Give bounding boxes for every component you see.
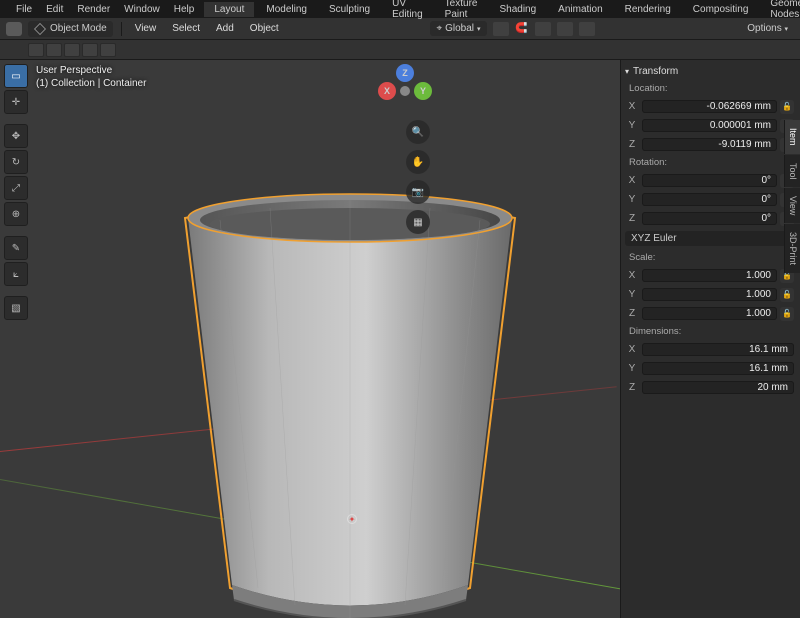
workspace-tab-animation[interactable]: Animation: [548, 2, 612, 17]
dimensions-label: Dimensions:: [625, 324, 794, 339]
lock-scale-z[interactable]: 🔓: [780, 307, 794, 321]
3d-viewport[interactable]: User Perspective (1) Collection | Contai…: [0, 60, 620, 618]
viewport-menu-select[interactable]: Select: [167, 21, 205, 36]
panel-tab-view[interactable]: View: [784, 188, 800, 223]
scale-y-field[interactable]: 1.000: [642, 288, 777, 301]
workspace-tab-texturepaint[interactable]: Texture Paint: [435, 0, 488, 22]
workspace-tab-uvediting[interactable]: UV Editing: [382, 0, 433, 22]
navigation-gizmo[interactable]: X Y Z: [378, 64, 432, 118]
gizmo-x-axis[interactable]: X: [378, 82, 396, 100]
tool-annotate[interactable]: ✎: [4, 236, 28, 260]
scale-label: Scale:: [625, 250, 794, 265]
viewport-menu-view[interactable]: View: [130, 21, 162, 36]
panel-tab-3dprint[interactable]: 3D-Print: [784, 224, 800, 273]
rotation-label: Rotation:: [625, 155, 794, 170]
overlay-btn-2[interactable]: [46, 43, 62, 57]
viewport-menu-add[interactable]: Add: [211, 21, 239, 36]
viewport-perspective-toggle[interactable]: ▦: [406, 210, 430, 234]
dim-y-field[interactable]: 16.1 mm: [642, 362, 794, 375]
menu-edit[interactable]: Edit: [40, 2, 69, 17]
snap-options-dropdown[interactable]: [535, 22, 551, 36]
rotation-z-field[interactable]: 0°: [642, 212, 777, 225]
tool-move[interactable]: ✥: [4, 124, 28, 148]
proportional-falloff-dropdown[interactable]: [579, 22, 595, 36]
workspace-tab-layout[interactable]: Layout: [204, 2, 254, 17]
gizmo-center[interactable]: [400, 86, 410, 96]
proportional-edit-toggle[interactable]: [557, 22, 573, 36]
location-z-field[interactable]: -9.0119 mm: [642, 138, 777, 151]
viewport-menu-object[interactable]: Object: [245, 21, 284, 36]
location-x-field[interactable]: -0.062669 mm: [642, 100, 777, 113]
menu-help[interactable]: Help: [168, 2, 201, 17]
gizmo-z-axis[interactable]: Z: [396, 64, 414, 82]
lock-loc-x[interactable]: 🔓: [780, 100, 794, 114]
header-options[interactable]: Options ▾: [741, 21, 794, 36]
3d-cursor: [345, 512, 359, 526]
menu-render[interactable]: Render: [71, 2, 116, 17]
snap-toggle[interactable]: 🧲: [515, 22, 529, 36]
tool-scale[interactable]: ⤢: [4, 176, 28, 200]
location-label: Location:: [625, 81, 794, 96]
dim-z-field[interactable]: 20 mm: [642, 381, 794, 394]
menu-file[interactable]: File: [10, 2, 38, 17]
menu-window[interactable]: Window: [118, 2, 166, 17]
dim-x-field[interactable]: 16.1 mm: [642, 343, 794, 356]
object-container[interactable]: [180, 190, 520, 618]
orientation-label: Global: [445, 23, 474, 34]
overlay-btn-1[interactable]: [28, 43, 44, 57]
orientation-icon: ⌖: [436, 23, 442, 34]
editor-type-dropdown[interactable]: [6, 22, 22, 36]
transform-orientation-dropdown[interactable]: ⌖ Global ▾: [430, 21, 486, 36]
workspace-tab-modeling[interactable]: Modeling: [256, 2, 317, 17]
viewport-zoom-button[interactable]: 🔍: [406, 120, 430, 144]
workspace-tab-geometrynodes[interactable]: Geometry Nodes: [760, 0, 800, 22]
location-y-field[interactable]: 0.000001 mm: [642, 119, 777, 132]
panel-tab-tool[interactable]: Tool: [784, 155, 800, 188]
gizmo-y-axis[interactable]: Y: [414, 82, 432, 100]
tool-measure[interactable]: ⟀: [4, 262, 28, 286]
overlay-btn-3[interactable]: [64, 43, 80, 57]
overlay-btn-5[interactable]: [100, 43, 116, 57]
n-panel: Transform Location: X-0.062669 mm🔓 Y0.00…: [620, 60, 800, 618]
perspective-label: User Perspective: [36, 64, 146, 77]
panel-tab-item[interactable]: Item: [784, 120, 800, 154]
workspace-tab-shading[interactable]: Shading: [489, 2, 546, 17]
tool-cursor[interactable]: ✛: [4, 90, 28, 114]
workspace-tab-sculpting[interactable]: Sculpting: [319, 2, 380, 17]
viewport-camera-button[interactable]: 📷: [406, 180, 430, 204]
tool-rotate[interactable]: ↻: [4, 150, 28, 174]
mode-label: Object Mode: [50, 23, 107, 34]
rotation-x-field[interactable]: 0°: [642, 174, 777, 187]
viewport-overlay-text: User Perspective (1) Collection | Contai…: [36, 64, 146, 90]
workspace-tab-compositing[interactable]: Compositing: [683, 2, 759, 17]
scale-x-field[interactable]: 1.000: [642, 269, 777, 282]
tool-add-primitive[interactable]: ▧: [4, 296, 28, 320]
transform-panel-header[interactable]: Transform: [625, 64, 794, 79]
scale-z-field[interactable]: 1.000: [642, 307, 777, 320]
pivot-point-dropdown[interactable]: [493, 22, 509, 36]
object-mode-icon: [34, 23, 46, 35]
interaction-mode-dropdown[interactable]: Object Mode: [28, 21, 113, 37]
tool-select-box[interactable]: ▭: [4, 64, 28, 88]
rotation-y-field[interactable]: 0°: [642, 193, 777, 206]
overlay-btn-4[interactable]: [82, 43, 98, 57]
tool-transform[interactable]: ⊕: [4, 202, 28, 226]
workspace-tab-rendering[interactable]: Rendering: [615, 2, 681, 17]
viewport-pan-button[interactable]: ✋: [406, 150, 430, 174]
lock-scale-y[interactable]: 🔓: [780, 288, 794, 302]
rotation-order-dropdown[interactable]: XYZ Euler▾: [625, 231, 794, 246]
collection-path-label: (1) Collection | Container: [36, 77, 146, 90]
